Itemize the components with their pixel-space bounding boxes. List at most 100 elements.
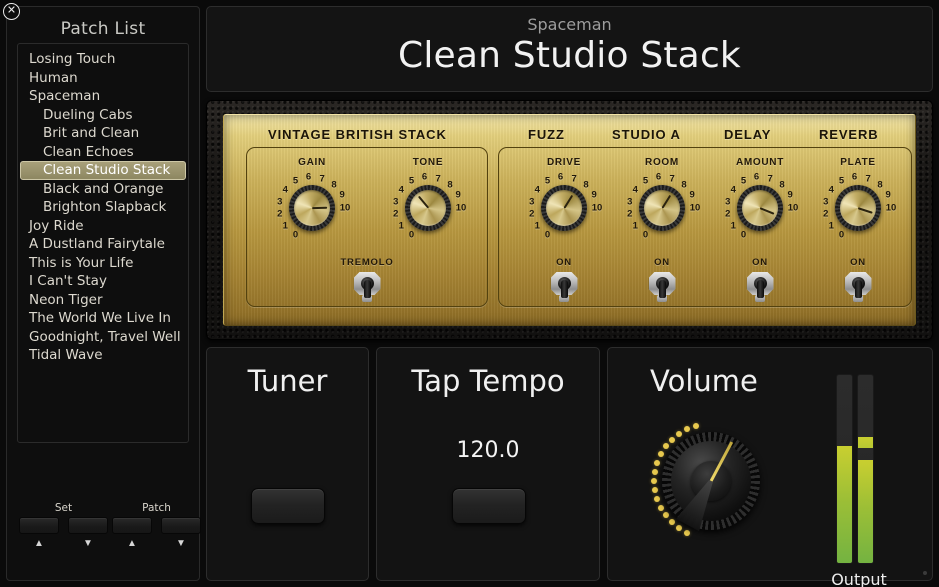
fuzz-switch[interactable]: ON [529,257,599,302]
fuzz-knob-dial [541,185,587,231]
fuzz-tick-9: 9 [591,189,597,201]
gain-tick-9: 9 [339,189,345,201]
volume-panel: Volume Output [607,347,933,587]
delay-tick-7: 7 [767,173,773,185]
volume-tick [662,512,669,519]
studio-a-tick-1: 1 [632,220,638,232]
patch-item[interactable]: Losing Touch [20,50,186,69]
resize-handle-dot[interactable] [923,571,927,575]
tone-tick-7: 7 [435,173,441,185]
studio-a-switch[interactable]: ON [627,257,697,302]
patch-down-arrow-icon[interactable]: ▼ [161,539,201,549]
volume-tick [653,496,660,503]
volume-title: Volume [650,364,758,398]
studio-a-switch-label: ON [654,257,670,268]
studio-a-switch-body [627,272,697,302]
patch-list[interactable]: Losing Touch Human Spaceman Dueling Cabs Bri… [17,43,189,443]
volume-tick [684,426,691,433]
reverb-knob[interactable]: PLATE 0 1 2 3 4 5 6 7 8 9 10 [814,157,902,245]
set-down-arrow-icon[interactable]: ▼ [68,539,108,549]
studio-a-tick-8: 8 [681,179,687,191]
gain-tick-4: 4 [282,184,288,196]
tuner-button[interactable] [251,488,325,524]
patch-next-button[interactable] [161,517,201,534]
fuzz-knob-body: 0 1 2 3 4 5 6 7 8 9 10 [520,171,608,245]
studio-a-tick-7: 7 [669,173,675,185]
patch-item[interactable]: Brit and Clean [20,124,186,143]
tap-tempo-value: 120.0 [456,438,520,463]
close-icon-glyph: ✕ [6,4,17,17]
amp-controls: GAIN 0 1 2 3 4 5 6 7 8 9 10 TONE 0 1 2 3 4 5 6 7 8 9 10 TREMOLO D… [224,115,915,325]
set-next-button[interactable] [68,517,108,534]
output-meter-right [857,374,874,564]
volume-knob[interactable] [646,416,776,546]
delay-switch-lever [756,280,764,298]
gain-knob-body: 0 1 2 3 4 5 6 7 8 9 10 [268,171,356,245]
reverb-tick-1: 1 [828,220,834,232]
studio-a-knob[interactable]: ROOM 0 1 2 3 4 5 6 7 8 9 10 [618,157,706,245]
gain-knob-label: GAIN [298,157,326,168]
studio-a-tick-10: 10 [689,202,701,214]
fuzz-tick-1: 1 [534,220,540,232]
set-prev-button[interactable] [19,517,59,534]
reverb-switch[interactable]: ON [823,257,893,302]
patch-item[interactable]: Black and Orange [20,180,186,199]
reverb-tick-6: 6 [851,171,858,183]
volume-tick [654,459,660,466]
patch-item[interactable]: Clean Echoes [20,143,186,162]
studio-a-tick-6: 6 [655,171,662,183]
gain-knob-dial [289,185,335,231]
patch-item[interactable]: Brighton Slapback [20,198,186,217]
tap-tempo-button[interactable] [452,488,526,524]
patch-item[interactable]: I Can't Stay [20,272,186,291]
volume-tick [683,529,690,536]
patch-item[interactable]: Joy Ride [20,217,186,236]
patch-item[interactable]: Dueling Cabs [20,106,186,125]
delay-tick-0: 0 [740,229,747,241]
patch-item[interactable]: The World We Live In [20,309,186,328]
gain-knob[interactable]: GAIN 0 1 2 3 4 5 6 7 8 9 10 [268,157,356,245]
patch-item[interactable]: A Dustland Fairytale [20,235,186,254]
volume-tick [676,430,683,437]
patch-list-title: Patch List [60,19,146,39]
tone-tick-0: 0 [408,229,415,241]
fuzz-tick-2: 2 [529,208,535,220]
tremolo-switch-body [332,272,402,302]
patch-up-arrow-icon[interactable]: ▲ [112,539,152,549]
fuzz-knob[interactable]: DRIVE 0 1 2 3 4 5 6 7 8 9 10 [520,157,608,245]
patch-item[interactable]: Tidal Wave [20,346,186,365]
gain-tick-7: 7 [319,173,325,185]
reverb-knob-body: 0 1 2 3 4 5 6 7 8 9 10 [814,171,902,245]
fuzz-tick-6: 6 [557,171,564,183]
close-icon[interactable]: ✕ [3,3,20,20]
output-label: Output [831,570,887,587]
tone-tick-9: 9 [455,189,461,201]
delay-switch[interactable]: ON [725,257,795,302]
tone-knob[interactable]: TONE 0 1 2 3 4 5 6 7 8 9 10 [384,157,472,245]
patch-prev-button[interactable] [112,517,152,534]
gain-tick-10: 10 [339,202,351,214]
studio-a-tick-9: 9 [689,189,695,201]
fuzz-tick-3: 3 [529,196,535,208]
set-up-arrow-icon[interactable]: ▲ [19,539,59,549]
patch-item[interactable]: Goodnight, Travel Well [20,328,186,347]
delay-knob-pointer [759,206,775,215]
delay-switch-body [725,272,795,302]
fuzz-switch-lever [560,280,568,298]
reverb-tick-4: 4 [828,184,834,196]
gain-tick-2: 2 [277,208,283,220]
fuzz-switch-label: ON [556,257,572,268]
output-meters [836,374,882,564]
tone-knob-body: 0 1 2 3 4 5 6 7 8 9 10 [384,171,472,245]
patch-control-group: Patch ▲ ▼ [112,502,201,549]
patch-item[interactable]: This is Your Life [20,254,186,273]
tone-tick-10: 10 [455,202,467,214]
patch-item[interactable]: Neon Tiger [20,291,186,310]
tremolo-switch[interactable]: TREMOLO [332,257,402,302]
patch-item-selected[interactable]: Clean Studio Stack [20,161,186,180]
delay-knob[interactable]: AMOUNT 0 1 2 3 4 5 6 7 8 9 10 [716,157,804,245]
reverb-tick-3: 3 [823,196,829,208]
delay-tick-9: 9 [787,189,793,201]
patch-item[interactable]: Spaceman [20,87,186,106]
patch-item[interactable]: Human [20,69,186,88]
